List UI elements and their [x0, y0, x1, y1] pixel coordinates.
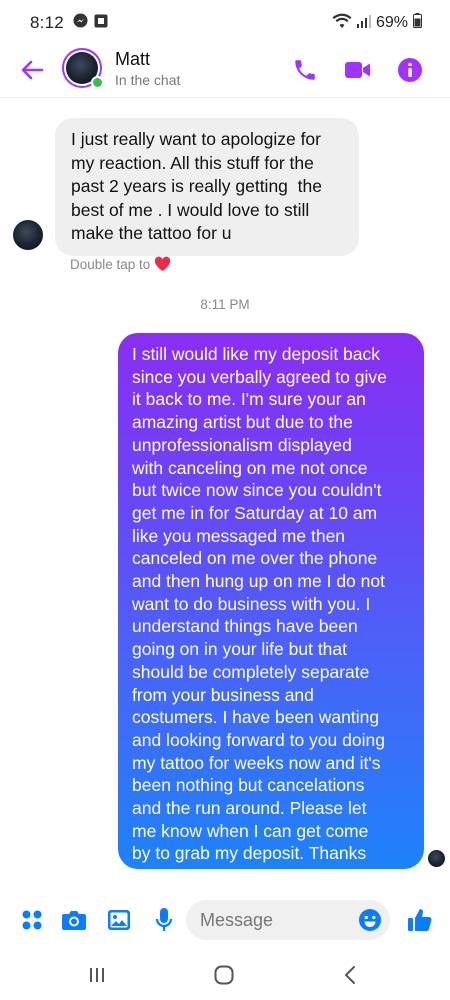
contact-name[interactable]: Matt	[115, 49, 150, 70]
message-composer	[0, 888, 450, 950]
message-line: going on in your life but that	[132, 639, 348, 660]
home-button[interactable]	[209, 962, 239, 988]
message-line: make the tattoo for u	[71, 223, 232, 243]
message-line: I still would like my deposit back	[132, 344, 381, 364]
double-tap-hint: Double tap to	[70, 256, 171, 272]
message-timestamp: 8:11 PM	[200, 297, 250, 312]
incoming-message[interactable]: I just really want to apologize for my r…	[55, 118, 359, 256]
message-line: and looking forward to you doing	[132, 729, 385, 750]
recent-apps-icon	[90, 968, 104, 982]
message-line: from your business and	[132, 684, 314, 705]
status-time: 8:12	[30, 13, 64, 32]
info-icon	[398, 58, 422, 82]
contact-avatar[interactable]	[62, 48, 104, 89]
thumbs-up-icon	[408, 909, 432, 931]
online-indicator	[91, 76, 104, 89]
message-line: I just really want to apologize for	[71, 129, 321, 149]
message-line: with canceling on me not once	[132, 457, 368, 478]
message-line: been nothing but cancelations	[132, 775, 365, 796]
back-arrow-icon	[21, 60, 44, 80]
video-camera-icon	[345, 62, 370, 78]
back-nav-button[interactable]	[335, 962, 365, 988]
apps-grid-icon	[22, 910, 42, 930]
contact-status: In the chat	[115, 72, 181, 88]
message-line: get me in for Saturday at 10 am	[132, 502, 378, 523]
camera-button[interactable]	[60, 906, 88, 934]
message-line: it back to me. I'm sure your an	[132, 389, 366, 410]
message-input-container[interactable]	[186, 900, 390, 940]
voice-call-button[interactable]	[290, 55, 320, 85]
message-line: and the run around. Please let	[132, 798, 367, 819]
message-line: amazing artist but due to the	[132, 412, 353, 433]
more-actions-button[interactable]	[18, 906, 46, 934]
gallery-button[interactable]	[105, 906, 133, 934]
wifi-icon	[332, 13, 352, 34]
message-line: canceled on me over the phone	[132, 548, 378, 569]
back-nav-icon	[345, 966, 355, 984]
message-line: my tattoo for weeks now and it's	[132, 752, 381, 773]
seen-indicator-avatar	[428, 850, 445, 867]
status-bar: 8:12 69%	[0, 0, 450, 46]
gallery-notification-icon	[94, 14, 108, 33]
back-button[interactable]	[18, 56, 46, 84]
conversation-header: Matt In the chat	[0, 46, 450, 98]
like-button[interactable]	[406, 906, 434, 934]
message-line: want to do business with you. I	[132, 593, 371, 614]
microphone-icon	[155, 908, 173, 931]
message-line: costumers. I have been wanting	[132, 707, 380, 728]
system-nav-bar	[0, 950, 450, 1000]
message-line: and then hung up on me I do not	[132, 571, 385, 592]
battery-icon	[413, 13, 422, 33]
message-line: but twice now since you couldn't	[132, 480, 382, 501]
messenger-notification-icon	[73, 13, 88, 33]
message-line: understand things have been	[132, 616, 358, 637]
conversation-info-button[interactable]	[395, 55, 425, 85]
message-line: best of me . I would love to still	[71, 199, 310, 220]
message-line: my reaction. All this stuff for the	[71, 152, 314, 173]
signal-icon	[356, 14, 371, 33]
message-line: unprofessionalism displayed	[132, 434, 352, 455]
message-line: by to grab my deposit. Thanks	[132, 843, 367, 864]
message-input[interactable]	[200, 900, 350, 940]
camera-icon	[62, 911, 86, 930]
message-line: me know when I can get come	[132, 820, 369, 841]
voice-message-button[interactable]	[150, 906, 178, 934]
double-tap-text: Double tap to	[70, 256, 151, 272]
outgoing-message[interactable]: I still would like my deposit back since…	[118, 333, 424, 869]
emoji-button[interactable]	[358, 908, 382, 932]
home-icon	[214, 965, 234, 985]
message-line: since you verbally agreed to give	[132, 366, 387, 387]
emoji-icon	[359, 909, 381, 931]
video-call-button[interactable]	[343, 55, 373, 85]
message-line: should be completely separate	[132, 661, 370, 682]
message-line: like you messaged me then	[132, 525, 346, 546]
sender-avatar[interactable]	[13, 220, 43, 250]
image-icon	[108, 910, 130, 930]
battery-percent: 69%	[375, 14, 408, 31]
recent-apps-button[interactable]	[82, 962, 112, 988]
phone-icon	[295, 60, 315, 80]
heart-icon	[155, 256, 171, 271]
message-line: past 2 years is really getting the	[71, 176, 322, 196]
